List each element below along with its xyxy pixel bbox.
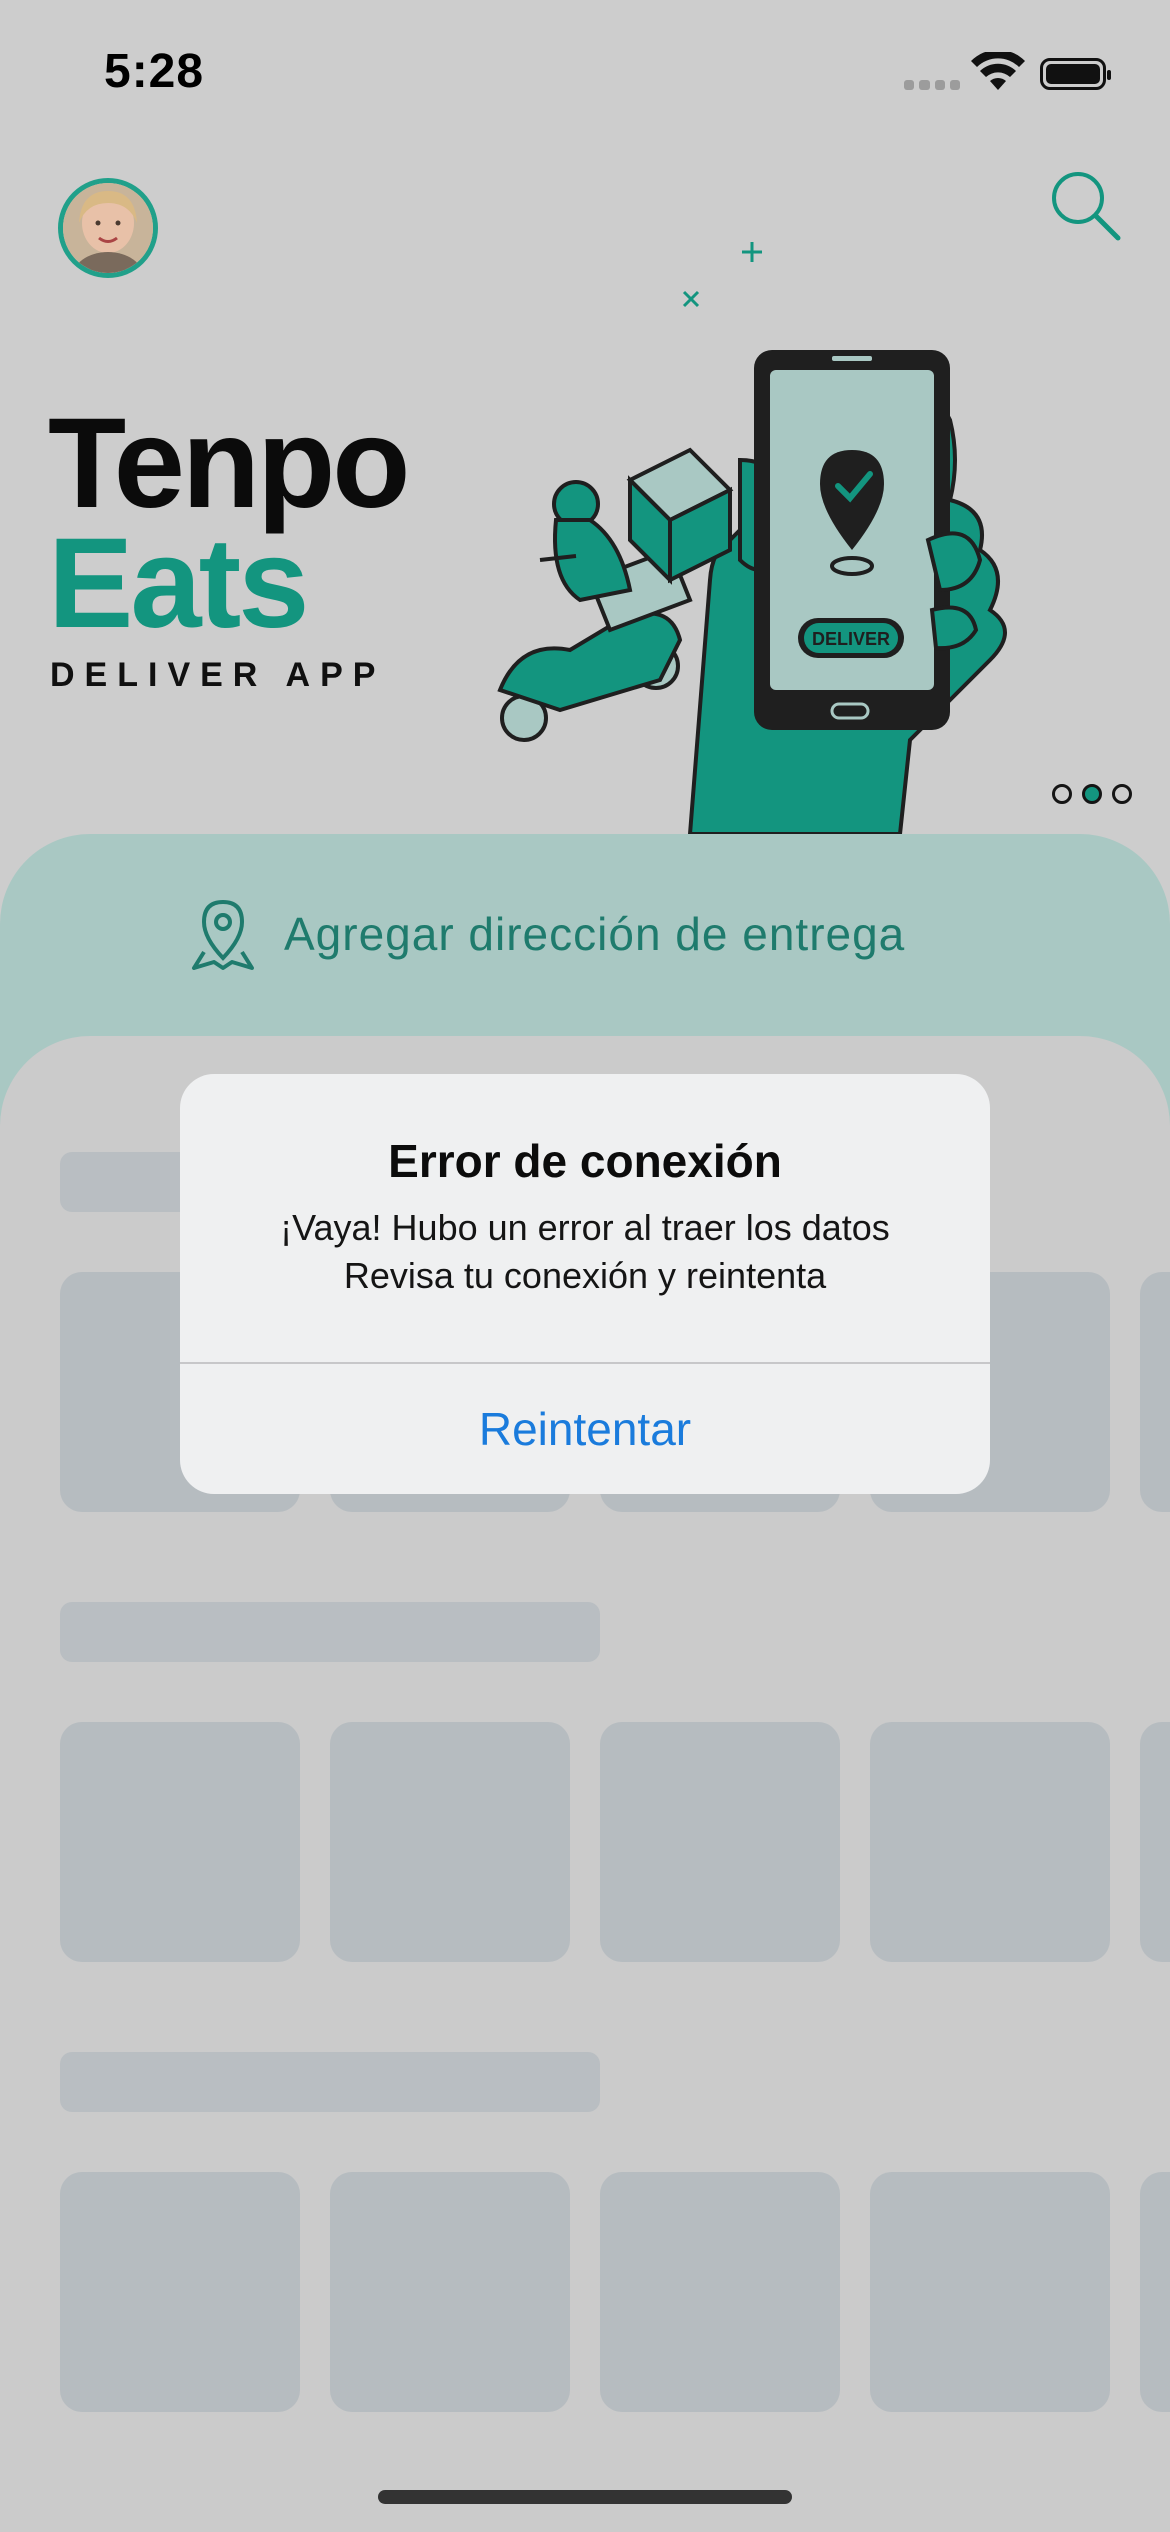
add-address-label: Agregar dirección de entrega <box>284 908 906 960</box>
deliver-button-text: DELIVER <box>812 629 890 649</box>
skeleton-card <box>1140 1722 1170 1962</box>
carousel-dot[interactable] <box>1112 784 1132 804</box>
skeleton-section-title <box>60 1602 600 1662</box>
scooter-rider-icon <box>497 447 734 742</box>
skeleton-card <box>600 2172 840 2412</box>
skeleton-card <box>330 1722 570 1962</box>
brand-title-line1: Tenpo <box>48 392 410 535</box>
skeleton-card <box>60 1722 300 1962</box>
search-icon[interactable] <box>1046 166 1126 246</box>
connection-error-alert: Error de conexión ¡Vaya! Hubo un error a… <box>180 1074 990 1494</box>
brand-subtitle: DELIVER APP <box>50 656 386 694</box>
location-pin-icon <box>192 899 254 970</box>
alert-title: Error de conexión <box>388 1135 782 1187</box>
carousel-dot[interactable] <box>1052 784 1072 804</box>
add-delivery-address-button[interactable]: Agregar dirección de entrega <box>190 896 905 972</box>
delivery-illustration: DELIVER <box>497 242 1007 834</box>
carousel-dot-active[interactable] <box>1082 784 1102 804</box>
skeleton-section-title <box>60 2052 600 2112</box>
user-avatar[interactable] <box>58 178 158 278</box>
skeleton-card <box>330 2172 570 2412</box>
retry-button[interactable]: Reintentar <box>180 1364 990 1494</box>
skeleton-card <box>870 1722 1110 1962</box>
alert-message: ¡Vaya! Hubo un error al traer los datos … <box>280 1207 890 1296</box>
skeleton-card <box>1140 1272 1170 1512</box>
battery-icon <box>1040 58 1111 90</box>
skeleton-card <box>1140 2172 1170 2412</box>
carousel-indicator[interactable] <box>1052 784 1132 804</box>
home-indicator[interactable] <box>378 2490 792 2504</box>
skeleton-card <box>60 2172 300 2412</box>
avatar-face-icon <box>63 183 153 273</box>
cellular-signal-icon <box>904 80 960 90</box>
status-time: 5:28 <box>104 45 205 98</box>
skeleton-card <box>600 1722 840 1962</box>
skeleton-card <box>870 2172 1110 2412</box>
brand-title-line2: Eats <box>48 512 309 655</box>
wifi-icon <box>971 52 1025 90</box>
